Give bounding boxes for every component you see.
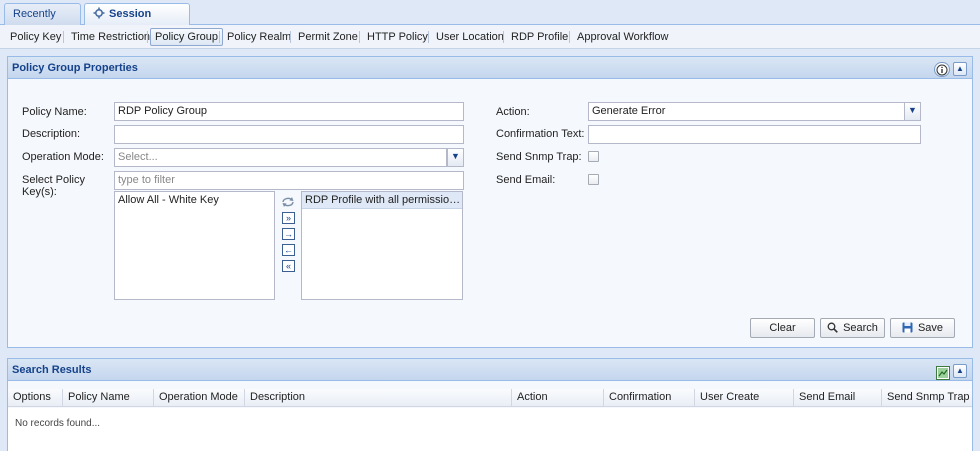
policy-name-input[interactable]: RDP Policy Group xyxy=(114,102,464,121)
tab-recently-view[interactable]: Recently View xyxy=(4,3,81,40)
subnav-time-restriction[interactable]: Time Restriction xyxy=(66,28,155,46)
send-snmp-trap-checkbox[interactable] xyxy=(588,151,599,162)
subnav-separator xyxy=(503,31,504,43)
column-header[interactable]: Action xyxy=(512,389,604,407)
column-header[interactable]: Send Snmp Trap xyxy=(882,389,974,407)
send-email-checkbox[interactable] xyxy=(588,174,599,185)
column-header[interactable]: Send Email xyxy=(794,389,882,407)
move-all-left-icon[interactable]: « xyxy=(282,260,295,272)
search-icon xyxy=(827,322,838,333)
collapse-icon[interactable]: ▲ xyxy=(953,364,967,378)
move-right-icon[interactable]: → xyxy=(282,228,295,240)
panel-title: Search Results xyxy=(8,359,972,381)
subnav-policy-realm[interactable]: Policy Realm xyxy=(222,28,296,46)
confirmation-text-label: Confirmation Text: xyxy=(496,128,585,140)
column-header[interactable]: Description xyxy=(245,389,512,407)
tab-strip: Recently View Session Policy✕ xyxy=(0,0,980,40)
results-grid-header: Options Policy Name Operation Mode Descr… xyxy=(8,389,974,420)
policy-name-label: Policy Name: xyxy=(22,106,87,118)
search-button[interactable]: Search xyxy=(820,318,885,338)
subnav-separator xyxy=(219,31,220,43)
policy-subnav: Policy Key Time Restriction Policy Group… xyxy=(0,25,980,49)
description-label: Description: xyxy=(22,128,81,140)
subnav-separator xyxy=(428,31,429,43)
action-label: Action: xyxy=(496,106,530,118)
subnav-separator xyxy=(290,31,291,43)
list-item[interactable]: Allow All - White Key xyxy=(115,192,274,209)
results-grid-body: No records found... xyxy=(8,408,972,451)
move-all-right-icon[interactable]: » xyxy=(282,212,295,224)
subnav-separator xyxy=(63,31,64,43)
operation-mode-select[interactable]: Select... xyxy=(114,148,447,167)
subnav-separator xyxy=(147,31,148,43)
column-header[interactable]: User Create xyxy=(695,389,794,407)
empty-message: No records found... xyxy=(15,418,101,429)
available-policy-keys-list[interactable]: Allow All - White Key xyxy=(114,191,275,300)
subnav-approval-workflow[interactable]: Approval Workflow xyxy=(572,28,674,46)
chevron-down-icon[interactable]: ▼ xyxy=(447,148,464,167)
subnav-separator xyxy=(359,31,360,43)
search-results-panel: Search Results ▲ Options Policy Name Ope… xyxy=(7,358,973,451)
subnav-rdp-profile[interactable]: RDP Profile xyxy=(506,28,573,46)
chevron-down-icon[interactable]: ▼ xyxy=(904,102,921,121)
info-icon[interactable] xyxy=(934,62,950,77)
list-item[interactable]: RDP Profile with all permission... xyxy=(302,192,462,209)
gear-icon xyxy=(93,7,105,19)
description-input[interactable] xyxy=(114,125,464,144)
export-excel-icon[interactable] xyxy=(936,366,950,380)
refresh-icon[interactable] xyxy=(281,196,295,208)
send-email-label: Send Email: xyxy=(496,174,556,186)
subnav-policy-key[interactable]: Policy Key xyxy=(5,28,66,46)
column-header[interactable]: Operation Mode xyxy=(154,389,245,407)
tab-session-policy[interactable]: Session Policy✕ xyxy=(84,3,190,40)
column-header[interactable]: Options xyxy=(8,389,63,407)
policy-key-filter-input[interactable]: type to filter xyxy=(114,171,464,190)
send-snmp-trap-label: Send Snmp Trap: xyxy=(496,151,582,163)
save-button[interactable]: Save xyxy=(890,318,955,338)
operation-mode-label: Operation Mode: xyxy=(22,151,104,163)
confirmation-text-input[interactable] xyxy=(588,125,921,144)
subnav-user-location[interactable]: User Location xyxy=(431,28,509,46)
subnav-permit-zone[interactable]: Permit Zone xyxy=(293,28,363,46)
policy-group-properties-panel: Policy Group Properties ▲ Policy Name: R… xyxy=(7,56,973,348)
save-icon xyxy=(902,322,913,333)
panel-title: Policy Group Properties xyxy=(8,57,972,79)
selected-policy-keys-list[interactable]: RDP Profile with all permission... xyxy=(301,191,463,300)
select-policy-keys-label: Select Policy Key(s): xyxy=(22,174,85,198)
subnav-separator xyxy=(569,31,570,43)
action-select[interactable]: Generate Error xyxy=(588,102,905,121)
column-header[interactable]: Confirmation Text xyxy=(604,389,695,420)
subnav-policy-group[interactable]: Policy Group xyxy=(150,28,223,46)
subnav-http-policy[interactable]: HTTP Policy xyxy=(362,28,433,46)
collapse-icon[interactable]: ▲ xyxy=(953,62,967,76)
clear-button[interactable]: Clear xyxy=(750,318,815,338)
column-header[interactable]: Policy Name xyxy=(63,389,154,407)
move-left-icon[interactable]: ← xyxy=(282,244,295,256)
